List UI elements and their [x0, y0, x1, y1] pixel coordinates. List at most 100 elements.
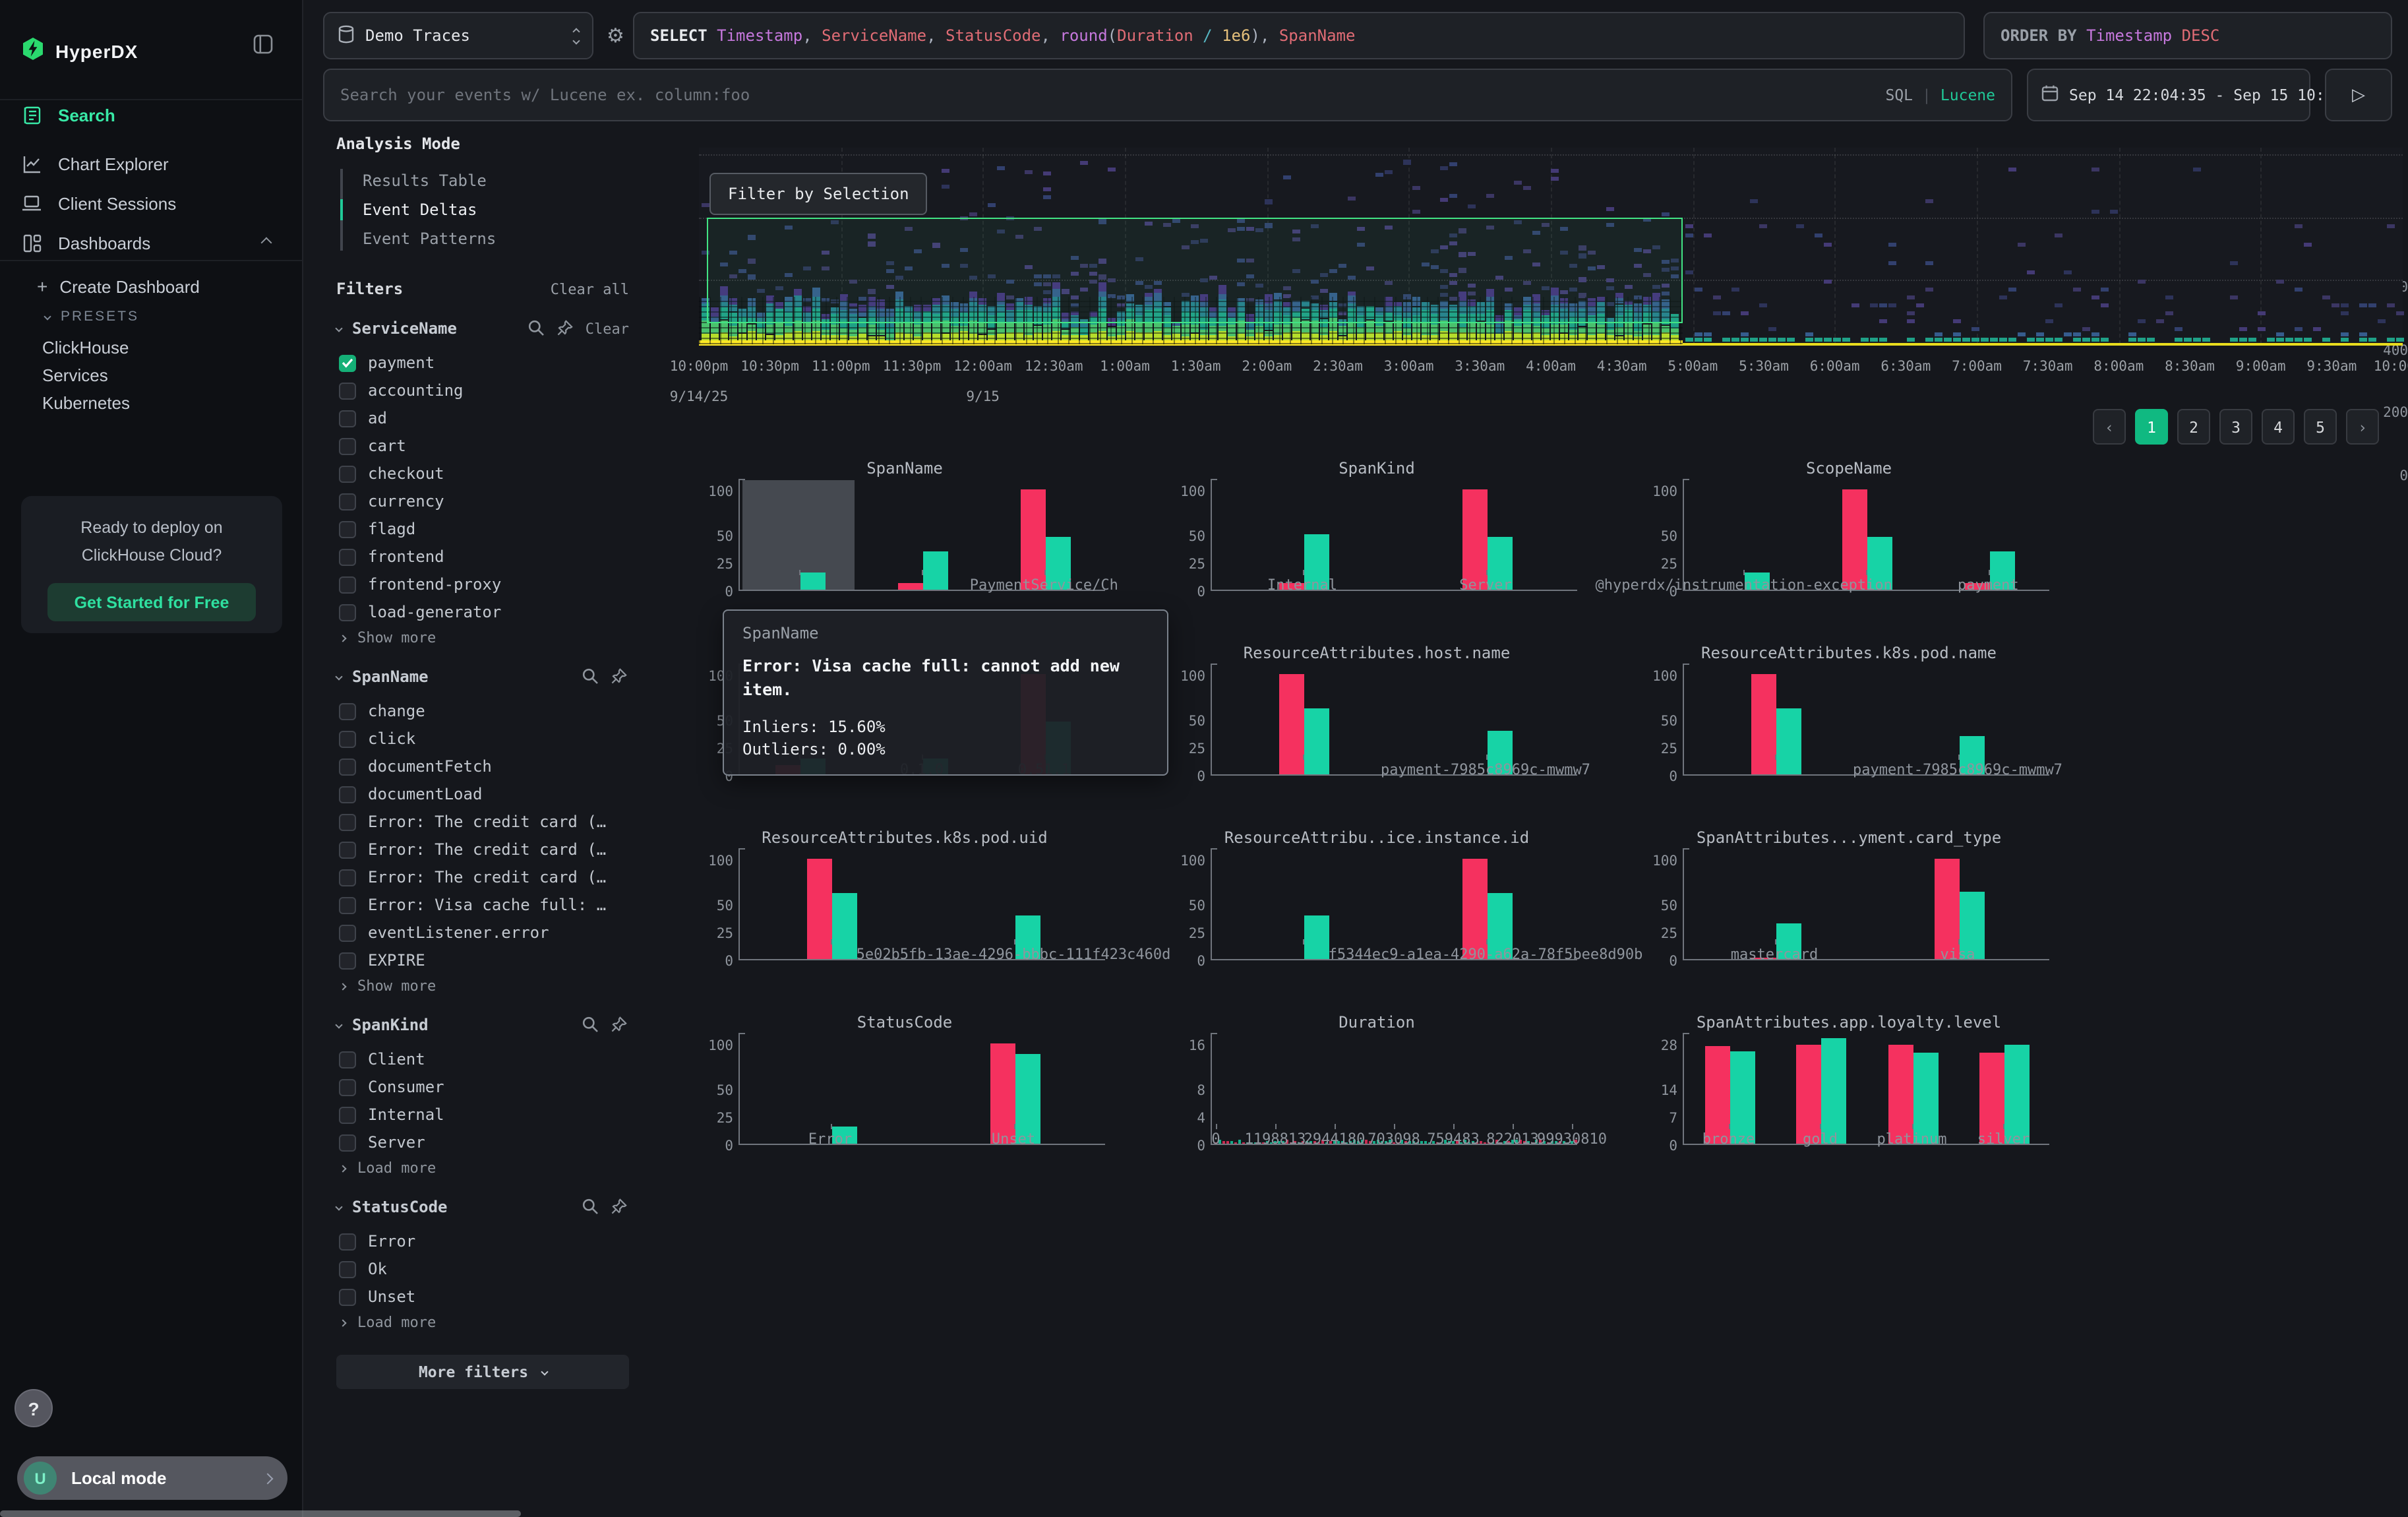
checkbox[interactable] — [339, 758, 356, 775]
pagination-page-5[interactable]: 5 — [2304, 409, 2337, 445]
search-icon[interactable] — [527, 319, 546, 338]
sidebar-item-chart-explorer[interactable]: Chart Explorer — [0, 144, 302, 183]
run-query-button[interactable]: ▷ — [2325, 69, 2392, 121]
pagination-next-button[interactable]: › — [2346, 409, 2379, 445]
more-filters-button[interactable]: More filters — [336, 1355, 629, 1389]
checkbox[interactable] — [339, 841, 356, 858]
pagination-page-2[interactable]: 2 — [2177, 409, 2210, 445]
sidebar-item-search[interactable]: Search — [0, 95, 302, 135]
checkbox[interactable] — [339, 1106, 356, 1123]
search-icon[interactable] — [582, 667, 600, 686]
filter-option-client[interactable]: Client — [339, 1047, 629, 1071]
heatmap-selection-box[interactable] — [707, 218, 1683, 323]
filter-option-cart[interactable]: cart — [339, 434, 629, 458]
chart-plot[interactable] — [1211, 665, 1577, 776]
sidebar-item-client-sessions[interactable]: Client Sessions — [0, 183, 302, 223]
filter-option-documentload[interactable]: documentLoad — [339, 782, 629, 806]
bar-inliers[interactable] — [1304, 915, 1329, 959]
checkbox[interactable] — [339, 382, 356, 399]
bar-outliers[interactable] — [1020, 489, 1045, 590]
help-button[interactable]: ? — [15, 1389, 53, 1427]
filter-option-frontend[interactable]: frontend — [339, 545, 629, 569]
filter-option-payment[interactable]: payment — [339, 351, 629, 375]
hyperdx-logo[interactable]: HyperDX — [21, 37, 138, 65]
checkbox[interactable] — [339, 548, 356, 565]
filter-option-load-generator[interactable]: load-generator — [339, 600, 629, 624]
checkbox[interactable] — [339, 813, 356, 830]
analysis-mode-results-table[interactable]: Results Table — [340, 166, 629, 195]
bar-outliers[interactable] — [1462, 859, 1487, 959]
pin-icon[interactable] — [611, 1198, 629, 1216]
bar-outliers[interactable] — [1279, 674, 1304, 774]
filter-option-internal[interactable]: Internal — [339, 1103, 629, 1127]
pin-icon[interactable] — [611, 667, 629, 686]
chart-plot[interactable] — [1211, 850, 1577, 960]
checkbox[interactable] — [339, 1260, 356, 1278]
source-select[interactable]: Demo Traces — [323, 12, 593, 59]
filter-group-name[interactable]: SpanKind — [352, 1016, 429, 1034]
filter-option-flagd[interactable]: flagd — [339, 517, 629, 541]
sql-select-input[interactable]: SELECT Timestamp, ServiceName, StatusCod… — [633, 12, 1965, 59]
search-icon[interactable] — [582, 1016, 600, 1034]
filter-option-currency[interactable]: currency — [339, 489, 629, 513]
checkbox[interactable] — [339, 1288, 356, 1305]
checkbox[interactable] — [339, 924, 356, 941]
checkbox[interactable] — [339, 730, 356, 747]
order-by-input[interactable]: ORDER BY Timestamp DESC — [1983, 12, 2392, 59]
checkbox[interactable] — [339, 786, 356, 803]
bar-outliers[interactable] — [990, 1043, 1015, 1144]
checkbox[interactable] — [339, 520, 356, 538]
events-heatmap[interactable]: Filter by Selection — [699, 148, 2403, 346]
pin-icon[interactable] — [557, 319, 575, 338]
bar-inliers[interactable] — [1776, 708, 1801, 774]
chart-plot[interactable] — [738, 1034, 1105, 1145]
filter-option-error-the-credit-card-[interactable]: Error: The credit card (… — [339, 838, 629, 861]
sidebar-collapse-icon[interactable] — [253, 34, 273, 58]
sidebar-item-clickhouse[interactable]: ClickHouse — [42, 338, 129, 357]
bar-outliers[interactable] — [898, 583, 923, 590]
bar-outliers[interactable] — [1842, 489, 1867, 590]
pin-icon[interactable] — [611, 1016, 629, 1034]
create-dashboard-button[interactable]: + Create Dashboard — [37, 276, 200, 297]
checkbox[interactable] — [339, 576, 356, 593]
chart-plot[interactable] — [1211, 480, 1577, 591]
search-icon[interactable] — [582, 1198, 600, 1216]
filter-option-frontend-proxy[interactable]: frontend-proxy — [339, 573, 629, 596]
show-more-button[interactable]: Show more — [340, 629, 629, 646]
filter-option-consumer[interactable]: Consumer — [339, 1075, 629, 1099]
filter-by-selection-button[interactable]: Filter by Selection — [709, 173, 928, 215]
checkbox-checked[interactable] — [339, 354, 356, 371]
search-input[interactable] — [340, 86, 1885, 104]
bar-outliers[interactable] — [1751, 674, 1776, 774]
local-mode-menu[interactable]: U Local mode — [17, 1456, 287, 1500]
checkbox[interactable] — [339, 604, 356, 621]
filter-option-expire[interactable]: EXPIRE — [339, 948, 629, 972]
analysis-mode-event-deltas[interactable]: Event Deltas — [340, 195, 629, 224]
clear-all-filters-button[interactable]: Clear all — [551, 280, 629, 297]
bar-inliers[interactable] — [2005, 1045, 2030, 1144]
checkbox[interactable] — [339, 952, 356, 969]
bar-inliers[interactable] — [923, 551, 948, 590]
checkbox[interactable] — [339, 1134, 356, 1151]
checkbox[interactable] — [339, 702, 356, 720]
filter-option-accounting[interactable]: accounting — [339, 379, 629, 402]
chevron-down-icon[interactable] — [335, 325, 342, 332]
pagination-page-4[interactable]: 4 — [2262, 409, 2295, 445]
checkbox[interactable] — [339, 1078, 356, 1096]
chevron-down-icon[interactable] — [335, 1021, 342, 1028]
bar-inliers[interactable] — [1822, 1039, 1847, 1144]
filter-option-checkout[interactable]: checkout — [339, 462, 629, 485]
lucene-mode-toggle[interactable]: Lucene — [1941, 86, 1995, 104]
chevron-down-icon[interactable] — [335, 673, 342, 680]
checkbox[interactable] — [339, 465, 356, 482]
chart-plot[interactable] — [1683, 850, 2049, 960]
bar-inliers[interactable] — [831, 893, 857, 959]
checkbox[interactable] — [339, 410, 356, 427]
show-more-button[interactable]: Load more — [340, 1160, 629, 1177]
filter-group-name[interactable]: ServiceName — [352, 319, 457, 338]
checkbox[interactable] — [339, 896, 356, 913]
filter-option-change[interactable]: change — [339, 699, 629, 723]
show-more-button[interactable]: Load more — [340, 1314, 629, 1331]
filter-option-ad[interactable]: ad — [339, 406, 629, 430]
filter-option-error-the-credit-card-[interactable]: Error: The credit card (… — [339, 865, 629, 889]
